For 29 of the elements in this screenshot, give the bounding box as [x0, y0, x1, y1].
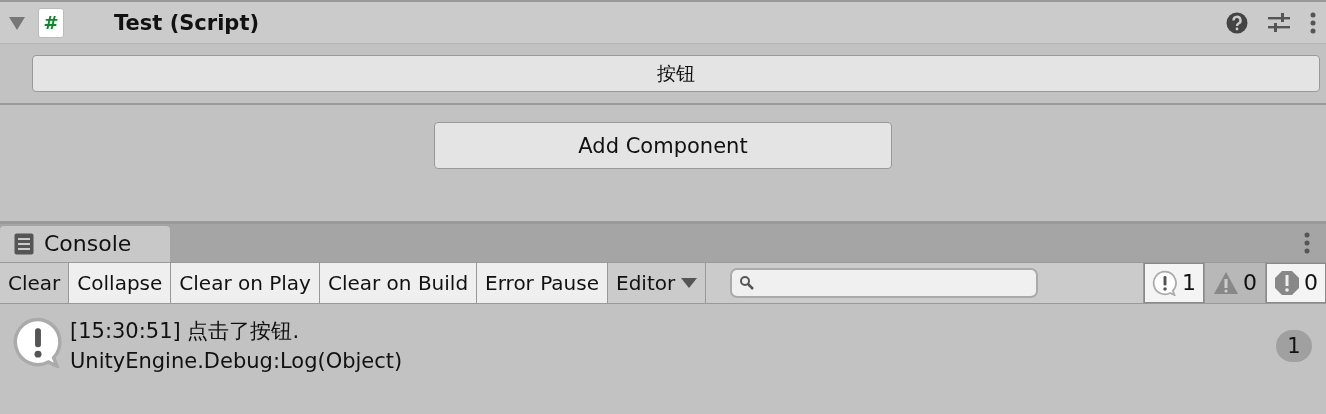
settings-icon[interactable]: [1268, 11, 1290, 34]
foldout-arrow-icon[interactable]: [8, 14, 26, 31]
component-title: Test (Script): [114, 10, 261, 35]
log-message: [15:30:51] 点击了按钮.: [70, 317, 301, 345]
toggle-button[interactable]: Error Pause: [477, 262, 609, 303]
search-icon: [740, 275, 755, 290]
toggle-button[interactable]: Clear on Build: [319, 262, 478, 303]
help-icon[interactable]: [1226, 11, 1248, 34]
search-field[interactable]: [730, 267, 1039, 298]
warning-icon: [1213, 270, 1239, 295]
add-component-button[interactable]: Add Component: [434, 122, 892, 169]
console-icon: [14, 232, 34, 255]
warning-filter-button[interactable]: 0: [1204, 262, 1265, 303]
info-icon: [1152, 269, 1178, 296]
log-stack-trace: UnityEngine.Debug:Log(Object): [70, 347, 404, 375]
log-count-badge: 1: [1276, 329, 1312, 362]
more-menu-icon[interactable]: [1304, 231, 1310, 254]
toggle-button[interactable]: Clear on Play: [171, 262, 320, 303]
caret-icon: [681, 277, 698, 288]
log-filter-button[interactable]: 1: [1143, 262, 1204, 303]
more-menu-icon[interactable]: [1310, 11, 1316, 34]
info-icon: [12, 315, 64, 368]
error-icon: [1274, 269, 1300, 296]
script-button[interactable]: 按钮: [32, 55, 1320, 92]
toggle-button[interactable]: Collapse: [69, 262, 172, 303]
error-filter-button[interactable]: 0: [1265, 262, 1326, 303]
script-icon: #: [38, 7, 64, 38]
console-tab-label: Console: [44, 231, 132, 256]
console-tab[interactable]: Console: [0, 225, 170, 262]
